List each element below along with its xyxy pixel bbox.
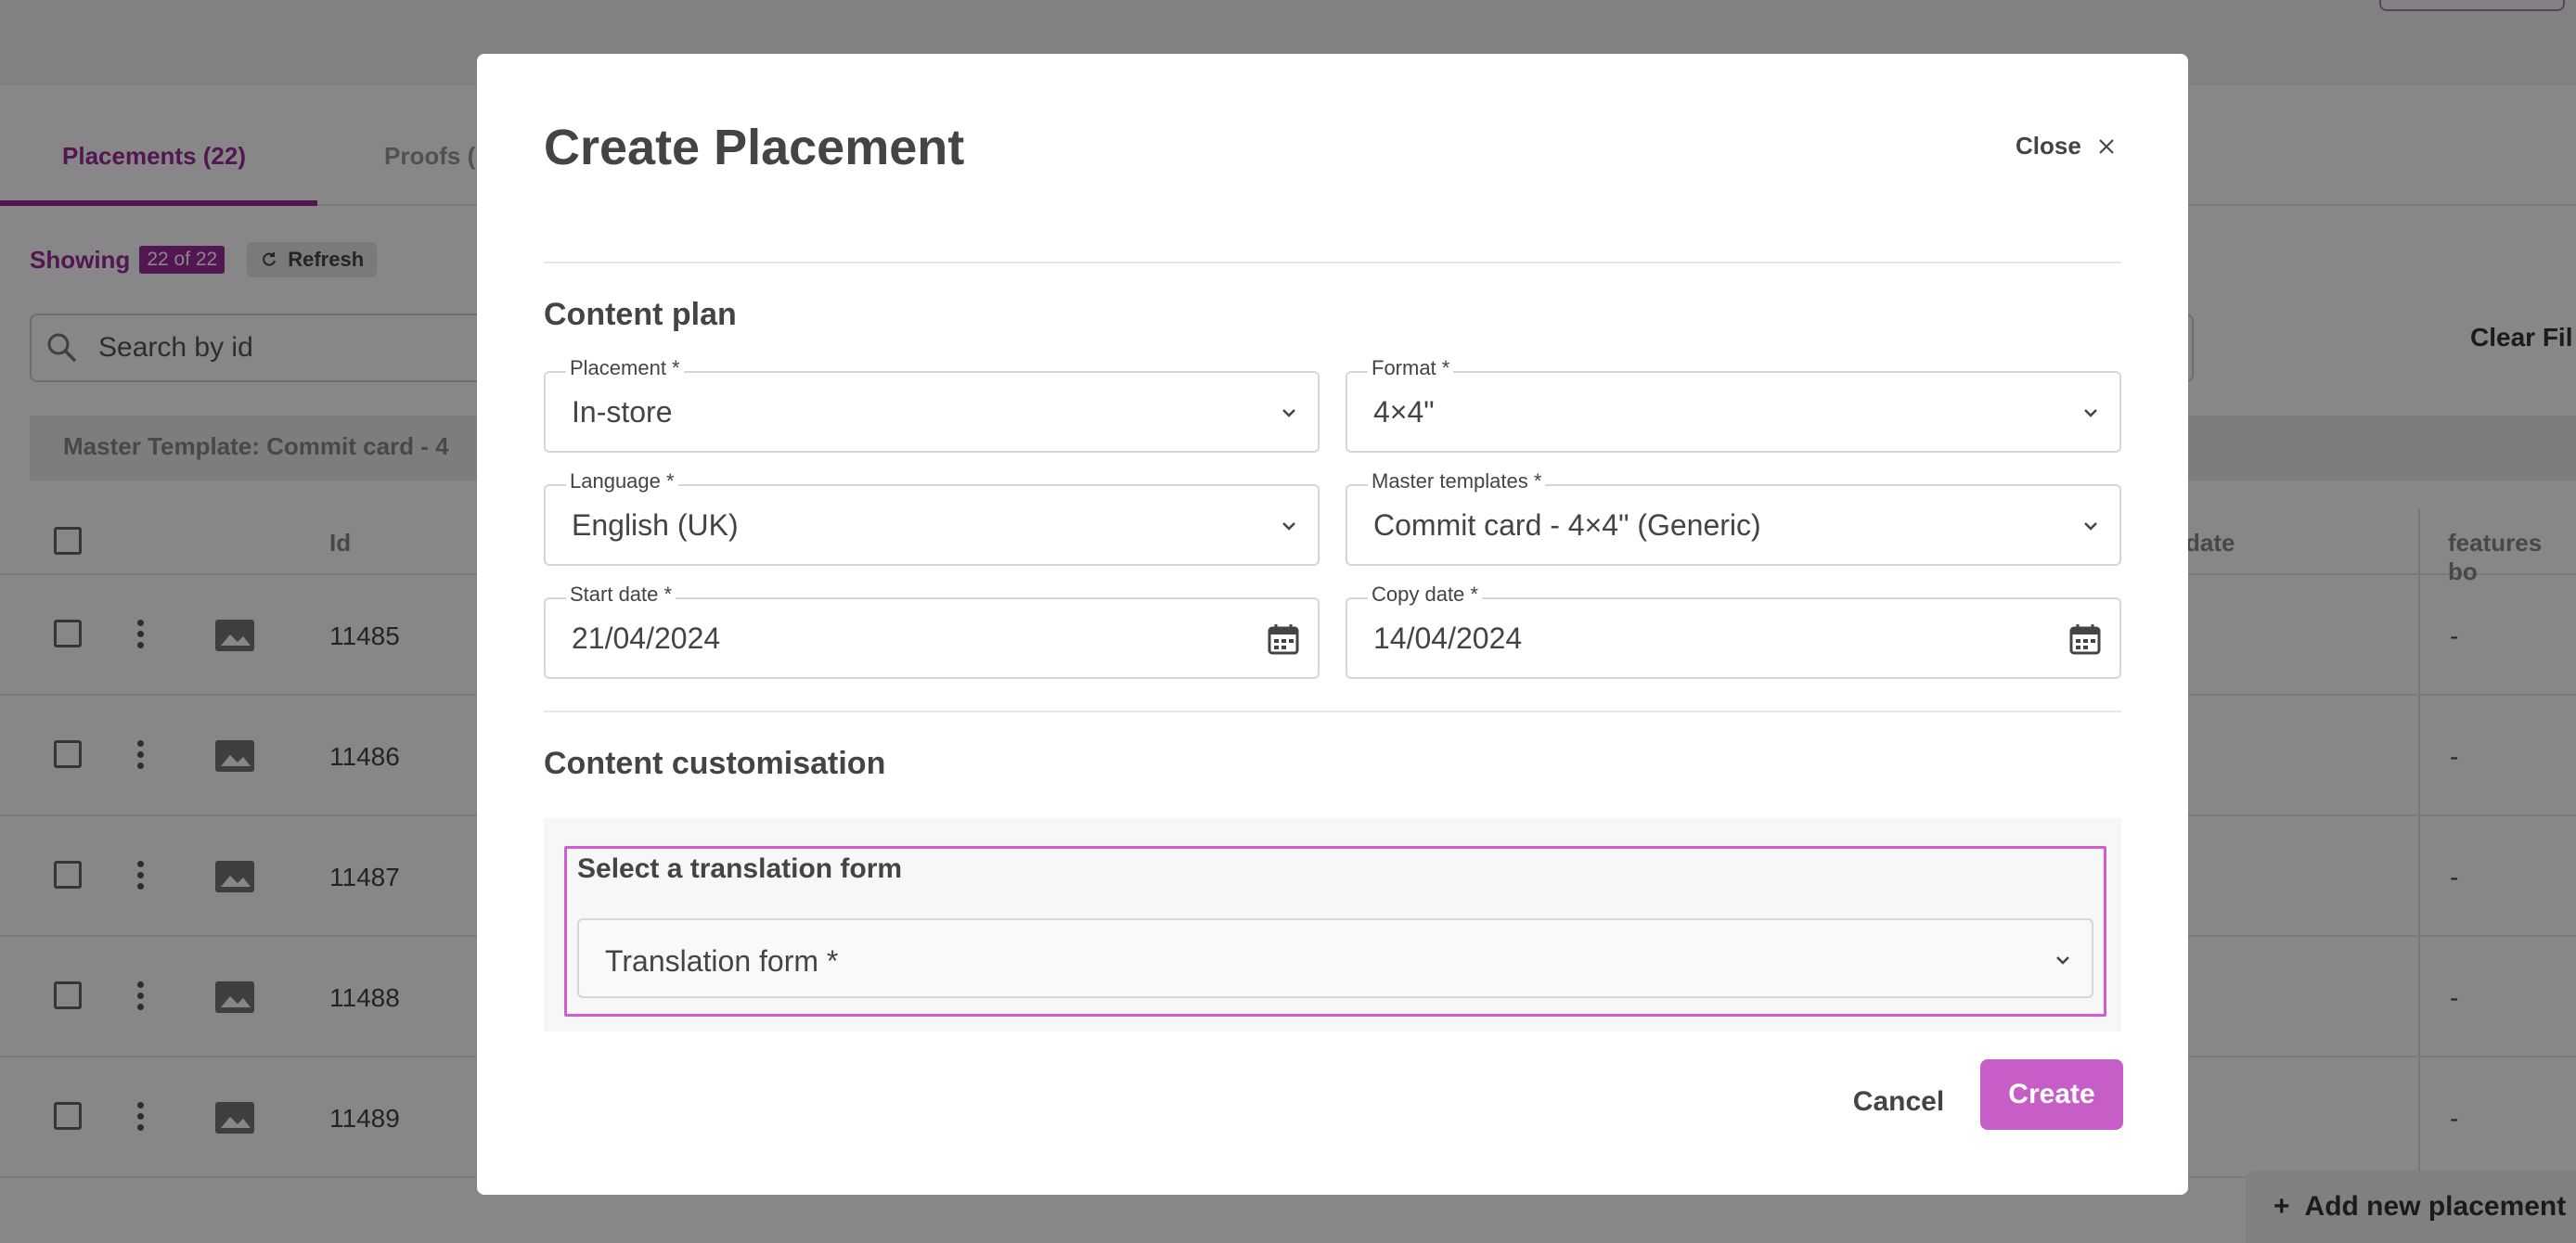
chevron-down-icon — [1282, 409, 1295, 417]
content-customisation-title: Content customisation — [544, 746, 886, 781]
copy-date-value: 14/04/2024 — [1373, 622, 1523, 655]
copy-date-field[interactable]: Copy date * 14/04/2024 — [1346, 583, 2121, 679]
start-date-label: Start date * — [566, 583, 676, 607]
placement-label: Placement * — [566, 356, 684, 380]
master-templates-select[interactable]: Master templates * Commit card - 4×4" (G… — [1346, 469, 2121, 566]
calendar-icon[interactable] — [2067, 622, 2103, 657]
master-templates-value: Commit card - 4×4" (Generic) — [1373, 508, 1761, 542]
language-value: English (UK) — [572, 508, 739, 542]
close-button[interactable]: Close — [2016, 132, 2115, 160]
placement-value: In-store — [572, 395, 673, 429]
chevron-down-icon — [2084, 409, 2097, 417]
calendar-icon[interactable] — [1266, 622, 1301, 657]
content-plan-title: Content plan — [544, 297, 737, 332]
master-templates-label: Master templates * — [1368, 469, 1546, 493]
format-label: Format * — [1368, 356, 1454, 380]
language-label: Language * — [566, 469, 678, 493]
chevron-down-icon — [2056, 956, 2069, 965]
translation-form-heading: Select a translation form — [577, 853, 903, 884]
cancel-button[interactable]: Cancel — [1841, 1067, 1956, 1137]
placement-select[interactable]: Placement * In-store — [544, 356, 1320, 453]
modal-title: Create Placement — [544, 120, 965, 175]
create-button[interactable]: Create — [1980, 1059, 2123, 1130]
divider — [544, 262, 2121, 263]
create-placement-modal: Create Placement Close Content plan Plac… — [477, 54, 2188, 1195]
start-date-field[interactable]: Start date * 21/04/2024 — [544, 583, 1320, 679]
translation-form-placeholder: Translation form * — [605, 944, 839, 978]
start-date-value: 21/04/2024 — [572, 622, 721, 655]
close-icon — [2099, 138, 2114, 154]
format-select[interactable]: Format * 4×4" — [1346, 356, 2121, 453]
translation-form-select[interactable]: Translation form * — [577, 918, 2093, 998]
divider — [544, 711, 2121, 712]
chevron-down-icon — [1282, 522, 1295, 531]
copy-date-label: Copy date * — [1368, 583, 1482, 607]
language-select[interactable]: Language * English (UK) — [544, 469, 1320, 566]
chevron-down-icon — [2084, 522, 2097, 531]
format-value: 4×4" — [1373, 395, 1435, 429]
close-label: Close — [2016, 132, 2081, 160]
